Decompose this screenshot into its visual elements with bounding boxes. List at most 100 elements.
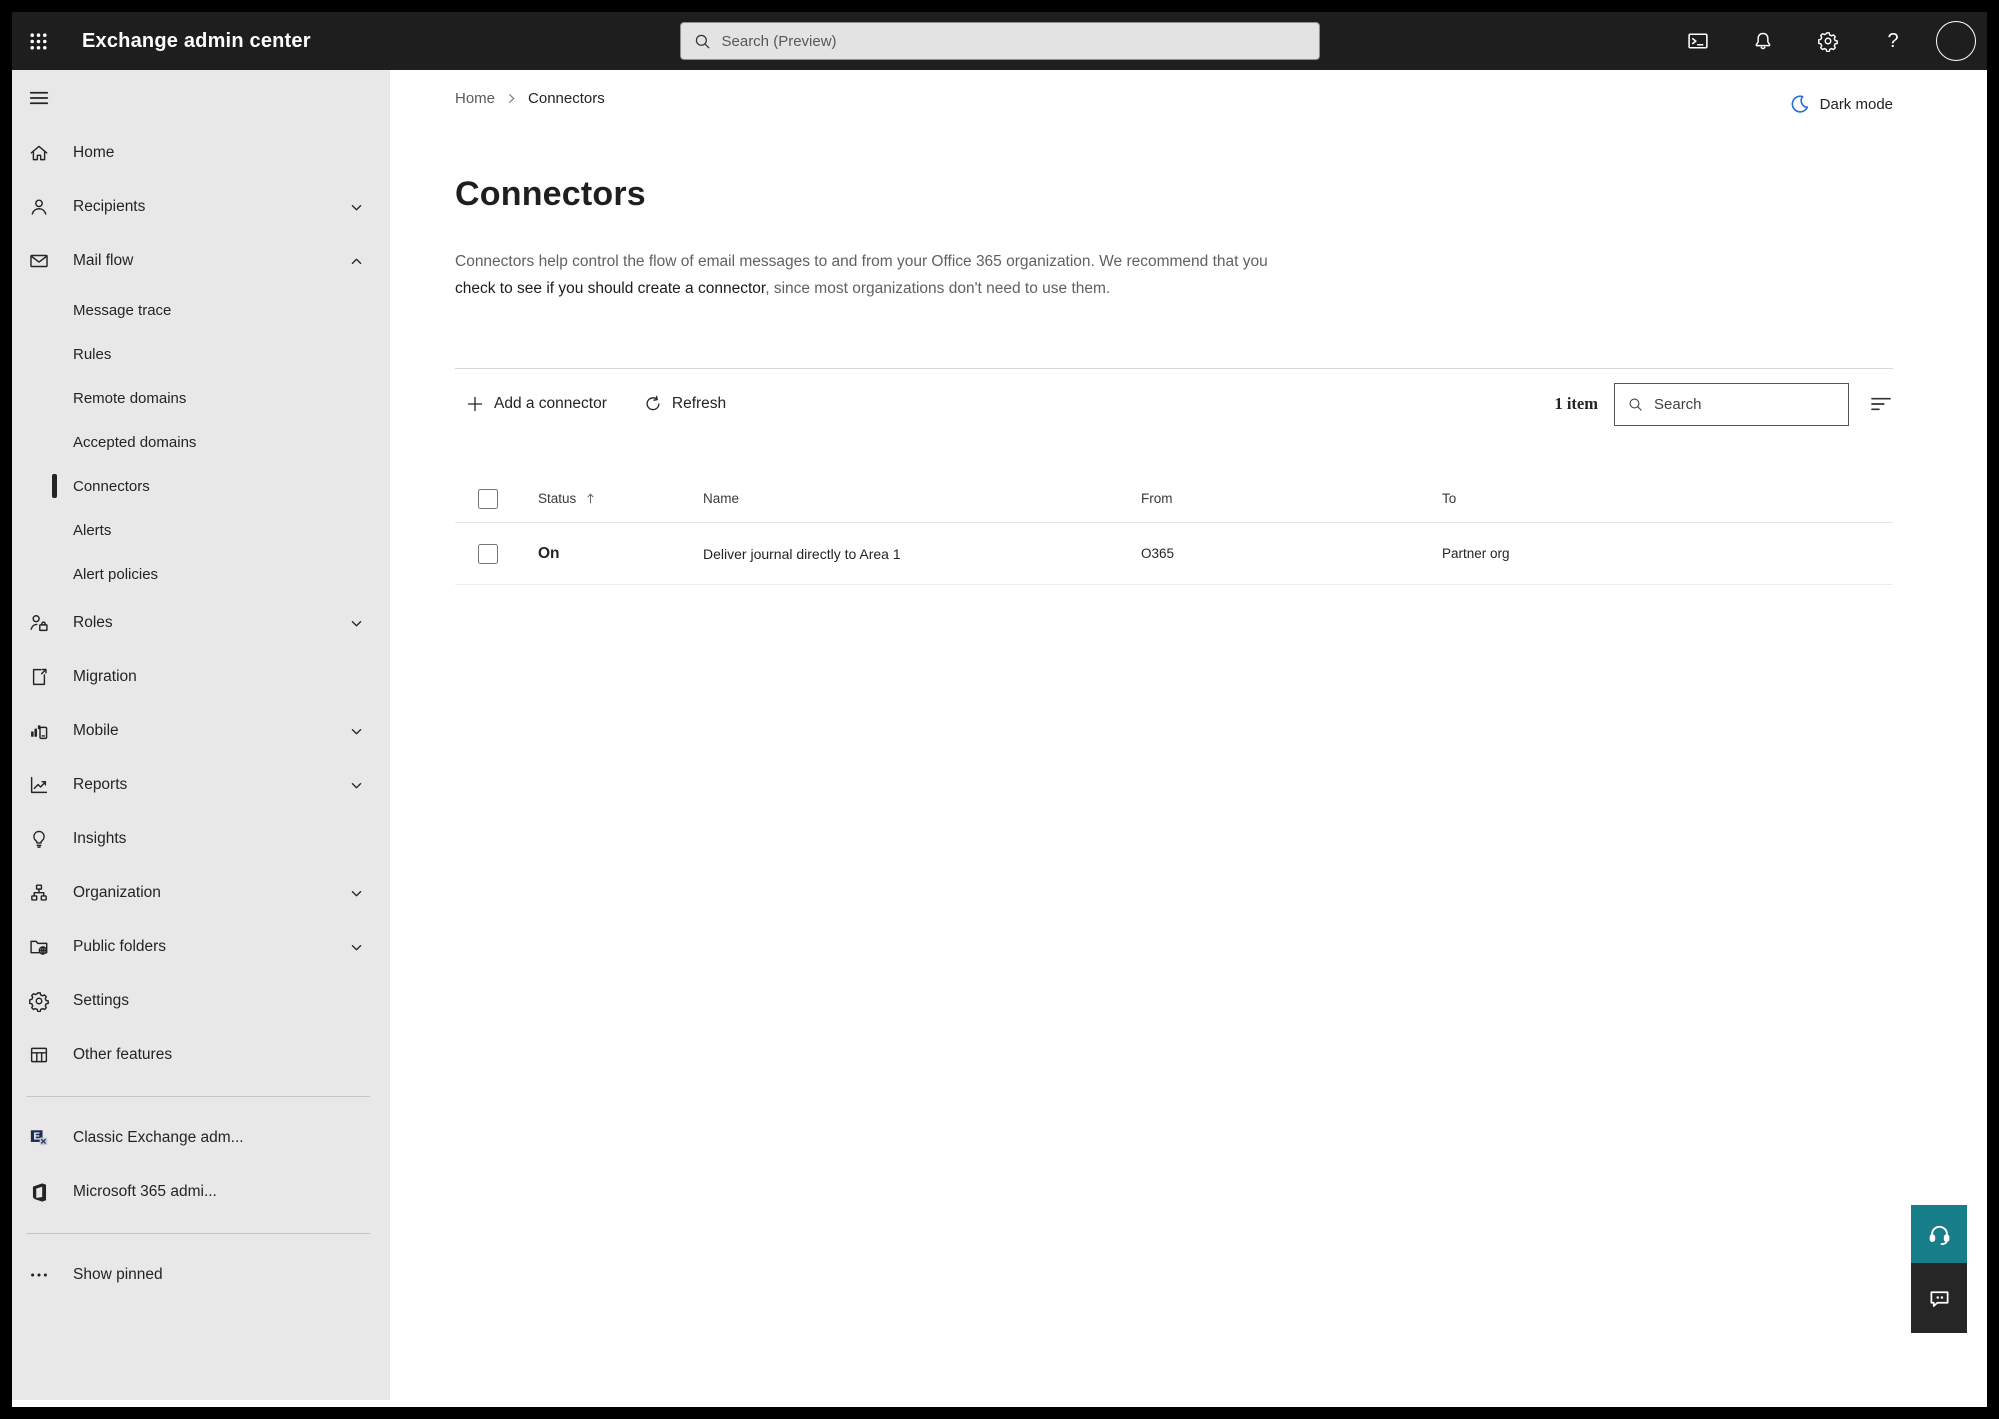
cell-from: O365	[1141, 546, 1175, 561]
powershell-button[interactable]	[1676, 17, 1720, 65]
sidebar-item-accepted-domains[interactable]: Accepted domains	[12, 420, 390, 464]
support-button[interactable]	[1911, 1205, 1967, 1263]
row-checkbox[interactable]	[478, 543, 498, 564]
settings-button[interactable]	[1806, 17, 1850, 65]
table-header-row: Status Name From To	[455, 475, 1893, 523]
dark-mode-toggle[interactable]: Dark mode	[1789, 93, 1893, 115]
chevron-down-icon	[349, 940, 364, 955]
sidebar-item-label: Recipients	[73, 198, 146, 215]
collapse-nav-button[interactable]	[28, 78, 78, 118]
chevron-down-icon	[349, 778, 364, 793]
feedback-button[interactable]	[1911, 1263, 1967, 1333]
section-divider	[455, 368, 1893, 369]
m365-logo-icon	[28, 1181, 50, 1203]
sidebar-item-home[interactable]: Home	[12, 126, 390, 180]
app-title: Exchange admin center	[82, 29, 311, 52]
sidebar-item-other-features[interactable]: Other features	[12, 1028, 390, 1082]
sidebar-item-mobile[interactable]: Mobile	[12, 704, 390, 758]
column-header-name[interactable]: Name	[688, 491, 1126, 506]
refresh-button[interactable]: Refresh	[643, 394, 726, 414]
account-button[interactable]	[1936, 17, 1976, 65]
gear-icon	[1817, 30, 1839, 52]
cell-to: Partner org	[1442, 546, 1510, 561]
sidebar-item-label: Connectors	[73, 477, 150, 495]
column-header-to[interactable]: To	[1427, 491, 1893, 506]
sidebar-item-label: Reports	[73, 776, 128, 793]
mail-icon	[28, 250, 50, 272]
table-row[interactable]: On Deliver journal directly to Area 1 O365…	[455, 523, 1893, 585]
refresh-label: Refresh	[671, 395, 727, 412]
add-connector-label: Add a connector	[494, 395, 607, 412]
filter-button[interactable]	[1869, 392, 1893, 416]
sidebar-item-alert-policies[interactable]: Alert policies	[12, 552, 390, 596]
breadcrumb: Home Connectors	[455, 90, 605, 107]
create-connector-check-link[interactable]: check to see if you should create a conn…	[455, 280, 765, 297]
sidebar-item-microsoft-365-admi[interactable]: Microsoft 365 admi...	[12, 1165, 390, 1219]
sidebar-item-label: Organization	[73, 884, 161, 901]
sidebar-item-alerts[interactable]: Alerts	[12, 508, 390, 552]
sidebar-item-organization[interactable]: Organization	[12, 866, 390, 920]
select-all-checkbox[interactable]	[478, 488, 498, 509]
app-shell: Home Recipients Mail flow Message trace Rule…	[12, 70, 1987, 1407]
sidebar-item-mail-flow[interactable]: Mail flow	[12, 234, 390, 288]
sidebar-item-insights[interactable]: Insights	[12, 812, 390, 866]
description-text: Connectors help control the flow of emai…	[455, 253, 1268, 270]
sidebar-item-connectors[interactable]: Connectors	[12, 464, 390, 508]
help-icon: ?	[1887, 29, 1899, 52]
sidebar-item-label: Home	[73, 144, 115, 161]
mobile-icon	[28, 720, 50, 742]
app-launcher-icon	[28, 31, 49, 52]
sidebar-item-label: Mobile	[73, 722, 119, 739]
sidebar-item-label: Alerts	[73, 521, 112, 539]
notifications-button[interactable]	[1741, 17, 1785, 65]
breadcrumb-current: Connectors	[528, 89, 605, 107]
table-grid-icon	[28, 1044, 50, 1066]
gear-icon	[28, 990, 50, 1012]
app-window: Exchange admin center ?	[12, 12, 1987, 1407]
app-launcher-button[interactable]	[12, 12, 64, 70]
sidebar-item-remote-domains[interactable]: Remote domains	[12, 376, 390, 420]
sidebar-item-reports[interactable]: Reports	[12, 758, 390, 812]
search-icon	[1627, 396, 1644, 413]
add-connector-button[interactable]: Add a connector	[465, 394, 607, 414]
column-header-from[interactable]: From	[1126, 491, 1427, 506]
sidebar-item-rules[interactable]: Rules	[12, 332, 390, 376]
filter-lines-icon	[1869, 392, 1893, 416]
sidebar-item-label: Insights	[73, 830, 127, 847]
sidebar-item-migration[interactable]: Migration	[12, 650, 390, 704]
page-description: Connectors help control the flow of emai…	[455, 248, 1303, 302]
sidebar-item-label: Message trace	[73, 301, 172, 319]
sidebar-item-recipients[interactable]: Recipients	[12, 180, 390, 234]
column-header-status[interactable]: Status	[523, 491, 688, 506]
item-count: 1 item	[1554, 394, 1598, 413]
sidebar-item-classic-exchange-adm[interactable]: E Classic Exchange adm...	[12, 1111, 390, 1165]
sidebar-item-settings[interactable]: Settings	[12, 974, 390, 1028]
topbar-actions: ?	[1676, 17, 1987, 65]
sidebar-item-message-trace[interactable]: Message trace	[12, 288, 390, 332]
sidebar-item-show-pinned[interactable]: Show pinned	[12, 1248, 390, 1302]
cell-name[interactable]: Deliver journal directly to Area 1	[688, 546, 1126, 562]
list-toolbar: Add a connector Refresh 1 item	[455, 382, 1893, 426]
list-search-input[interactable]	[1654, 395, 1836, 413]
cell-status: On	[538, 544, 560, 562]
ellipsis-icon	[28, 1264, 50, 1286]
refresh-icon	[643, 394, 663, 414]
sidebar-item-roles[interactable]: Roles	[12, 596, 390, 650]
avatar	[1936, 21, 1976, 61]
chevron-down-icon	[349, 200, 364, 215]
help-button[interactable]: ?	[1871, 17, 1915, 65]
sidebar-item-label: Public folders	[73, 938, 167, 955]
chevron-right-icon	[505, 92, 518, 105]
chevron-down-icon	[349, 886, 364, 901]
roles-icon	[28, 612, 50, 634]
global-search[interactable]	[679, 22, 1320, 60]
terminal-icon	[1686, 29, 1710, 53]
sidebar-item-label: Settings	[73, 992, 130, 1009]
breadcrumb-home[interactable]: Home	[455, 90, 495, 107]
list-search[interactable]	[1614, 382, 1849, 426]
sidebar: Home Recipients Mail flow Message trace Rule…	[12, 70, 390, 1400]
sidebar-item-public-folders[interactable]: Public folders	[12, 920, 390, 974]
description-text: , since most organizations don't need to…	[765, 280, 1111, 297]
sidebar-item-label: Accepted domains	[73, 433, 197, 451]
global-search-input[interactable]	[721, 32, 1307, 50]
